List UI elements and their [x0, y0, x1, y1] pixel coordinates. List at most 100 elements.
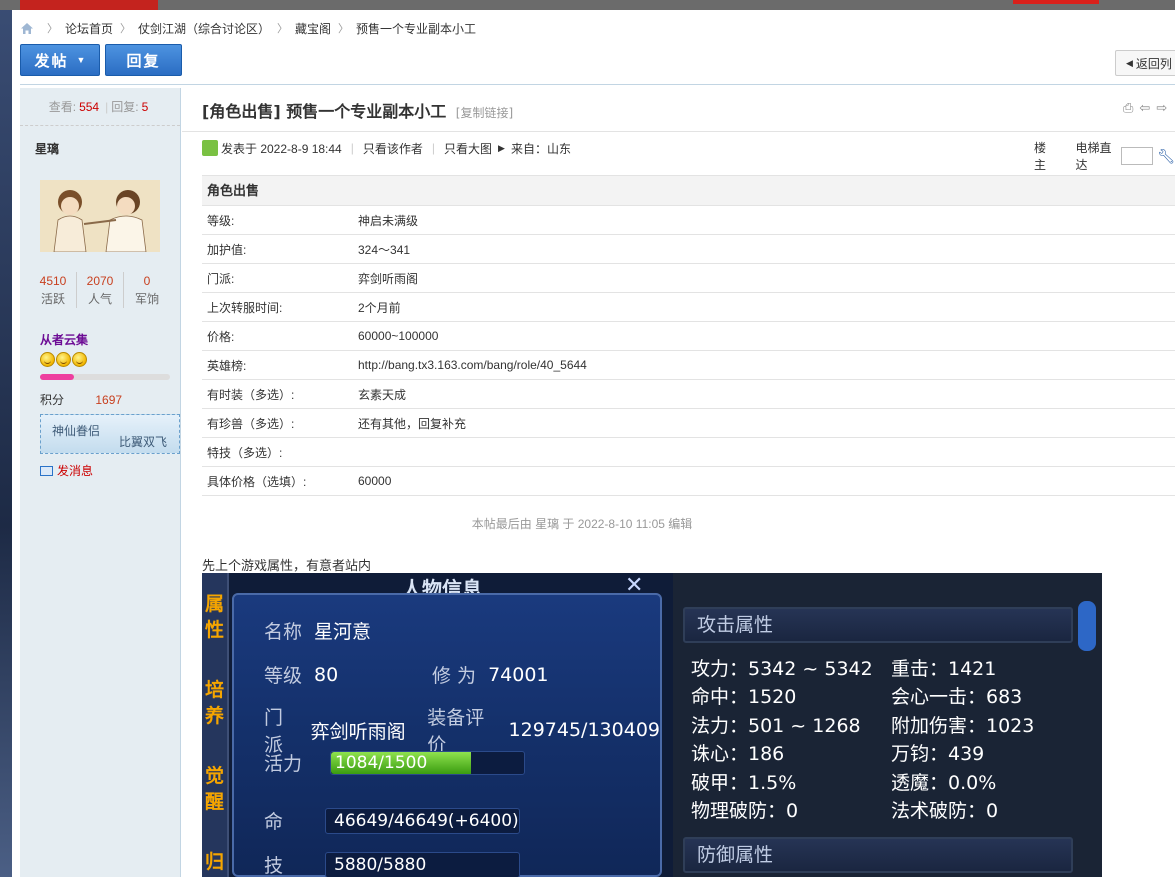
- side-tab-char: 属: [205, 593, 225, 615]
- field-key: 门派:: [207, 271, 235, 286]
- meta-separator: |: [431, 141, 435, 155]
- count-value: 4510: [39, 274, 67, 288]
- field-value: 还有其他，回复补充: [358, 416, 467, 431]
- only-author-link[interactable]: 只看该作者: [363, 140, 423, 157]
- cultivation-value: 74001: [488, 663, 549, 686]
- caret-down-icon: ▼: [76, 55, 86, 65]
- count-value: 2070: [86, 274, 114, 288]
- attribute-panel: 攻击属性 攻力：5342 ~ 5342 重击：1421 命中：1520 会心一击：6…: [673, 573, 1102, 877]
- attr-left: 命中：1520: [691, 686, 797, 709]
- count-label: 人气: [87, 292, 112, 306]
- field-key: 加护值:: [207, 242, 247, 257]
- meta-separator: |: [350, 141, 354, 155]
- table-row: 有珍兽（多选）: 还有其他，回复补充: [202, 409, 1175, 438]
- gear-value: 129745/130409: [508, 719, 660, 741]
- breadcrumb-thread: 预售一个专业副本小工: [356, 21, 477, 36]
- attr-right: 附加伤害：1023: [891, 714, 1035, 737]
- table-row: 有时装（多选）: 玄素天成: [202, 380, 1175, 409]
- next-thread-icon[interactable]: ⇨: [1156, 100, 1167, 116]
- name-value: 星河意: [314, 621, 372, 643]
- attr-row: 法力：501 ~ 1268 附加伤害：1023: [691, 710, 1091, 739]
- breadcrumb: 〉 论坛首页 〉 仗剑江湖（综合讨论区） 〉 藏宝阁 〉 预售一个专业副本小工: [20, 19, 476, 37]
- side-tab-char: 觉: [205, 765, 225, 787]
- reply-button[interactable]: 回复: [105, 44, 182, 76]
- game-row-name: 名称 星河意: [264, 617, 371, 644]
- floor-jump-input[interactable]: [1120, 147, 1154, 165]
- hp-label: 命: [264, 811, 284, 833]
- envelope-icon: [40, 465, 53, 476]
- breadcrumb-forum[interactable]: 仗剑江湖（综合讨论区）: [138, 20, 270, 37]
- vigor-label: 活力: [264, 753, 303, 775]
- chevron-right-icon: 〉: [338, 23, 350, 35]
- thread-stats: 查看: 554 | 回复: 5: [20, 88, 180, 126]
- author-sidebar: 查看: 554 | 回复: 5 星璃 4510 活跃 2070 人气 0 军饷 …: [20, 88, 181, 877]
- post-intro: 先上个游戏属性，有意者站内: [202, 558, 372, 573]
- breadcrumb-home[interactable]: 论坛首页: [65, 20, 113, 37]
- author-name[interactable]: 星璃: [35, 140, 59, 157]
- field-key: 英雄榜:: [207, 358, 247, 373]
- game-scrollbar: [1078, 601, 1096, 651]
- chevron-right-icon: 〉: [120, 23, 132, 35]
- avatar[interactable]: [40, 180, 160, 252]
- prev-thread-icon[interactable]: ⇦: [1139, 100, 1150, 116]
- attr-left: 物理破防：0: [691, 800, 799, 823]
- side-tab-char: 培: [205, 679, 225, 701]
- game-side-tabs: 属 性 培 养 觉 醒 归: [202, 573, 229, 877]
- home-icon[interactable]: [20, 22, 34, 35]
- score-label: 积分: [40, 393, 65, 407]
- new-post-label: 发帖: [34, 52, 69, 70]
- user-group[interactable]: 从者云集: [40, 331, 88, 348]
- print-icon[interactable]: ⎙: [1123, 100, 1133, 116]
- cultivation-label: 修 为: [432, 665, 477, 687]
- new-post-button[interactable]: 发帖 ▼: [20, 44, 100, 76]
- forum-page: 〉 论坛首页 〉 仗剑江湖（综合讨论区） 〉 藏宝阁 〉 预售一个专业副本小工 …: [12, 10, 1175, 877]
- floor-tools: 楼主 电梯直达 🔧︎: [1034, 139, 1175, 173]
- breadcrumb-board[interactable]: 藏宝阁: [295, 20, 331, 37]
- caret-left-icon: ◀: [1126, 57, 1133, 68]
- table-row: 英雄榜: http://bang.tx3.163.com/bang/role/40…: [202, 351, 1175, 380]
- smiley-icon: [40, 352, 55, 367]
- level-value: 80: [314, 663, 339, 686]
- vigor-value: 1084/1500: [335, 752, 428, 773]
- field-value: 60000~100000: [358, 329, 439, 343]
- medal-text-b: 比翼双飞: [119, 435, 168, 449]
- count-active[interactable]: 4510 活跃: [30, 272, 76, 308]
- count-pay[interactable]: 0 军饷: [123, 272, 170, 308]
- side-tab-char: 性: [205, 619, 225, 641]
- top-red-tab: [20, 0, 158, 10]
- field-value: 神启未满级: [358, 213, 419, 228]
- attr-right: 重击：1421: [891, 657, 997, 680]
- send-message-link[interactable]: 发消息: [40, 462, 93, 479]
- game-screenshot[interactable]: 属 性 培 养 觉 醒 归 人物信息 ✕ 名称 星河意 等级 80 修 为 74…: [202, 573, 1102, 877]
- copy-link[interactable]: [复制链接]: [456, 106, 513, 120]
- attr-row: 物理破防：0 法术破防：0: [691, 796, 1091, 825]
- smiley-icon: [56, 352, 71, 367]
- table-row: 上次转服时间: 2个月前: [202, 293, 1175, 322]
- attr-row: 命中：1520 会心一击：683: [691, 682, 1091, 711]
- field-key: 有珍兽（多选）:: [207, 416, 295, 431]
- title-divider: [182, 131, 1175, 132]
- attr-right: 万钧：439: [891, 743, 985, 766]
- hero-rank-link[interactable]: http://bang.tx3.163.com/bang/role/40_564…: [358, 358, 1175, 372]
- attr-left: 攻力：5342 ~ 5342: [691, 657, 873, 680]
- floor-label: 楼主: [1034, 141, 1047, 172]
- jump-label: 电梯直达: [1075, 141, 1112, 172]
- only-large-images-link[interactable]: 只看大图: [444, 140, 492, 157]
- count-popularity[interactable]: 2070 人气: [76, 272, 123, 308]
- post-main: [角色出售] 预售一个专业副本小工 [复制链接] ⎙ ⇦ ⇨ 发表于 2022-…: [182, 88, 1175, 877]
- score: 积分 1697: [40, 391, 122, 408]
- post-meta: 发表于 2022-8-9 18:44 | 只看该作者 | 只看大图 ▶ 来自：山…: [202, 139, 571, 157]
- level-label: 等级: [264, 665, 303, 687]
- author-counts: 4510 活跃 2070 人气 0 军饷: [30, 272, 170, 308]
- back-to-list-button[interactable]: ◀ 返回列: [1115, 50, 1175, 76]
- medal[interactable]: 神仙眷侣 比翼双飞: [40, 414, 180, 454]
- title-tools: ⎙ ⇦ ⇨: [1123, 100, 1167, 116]
- attr-right: 法术破防：0: [891, 800, 999, 823]
- wrench-icon[interactable]: 🔧︎: [1157, 148, 1175, 165]
- field-key: 特技（多选）:: [207, 445, 283, 460]
- divider: [20, 84, 1175, 85]
- rank-icons: [40, 352, 87, 367]
- views-count: 554: [79, 99, 100, 114]
- attr-right: 会心一击：683: [891, 686, 1023, 709]
- table-row: 价格: 60000~100000: [202, 322, 1175, 351]
